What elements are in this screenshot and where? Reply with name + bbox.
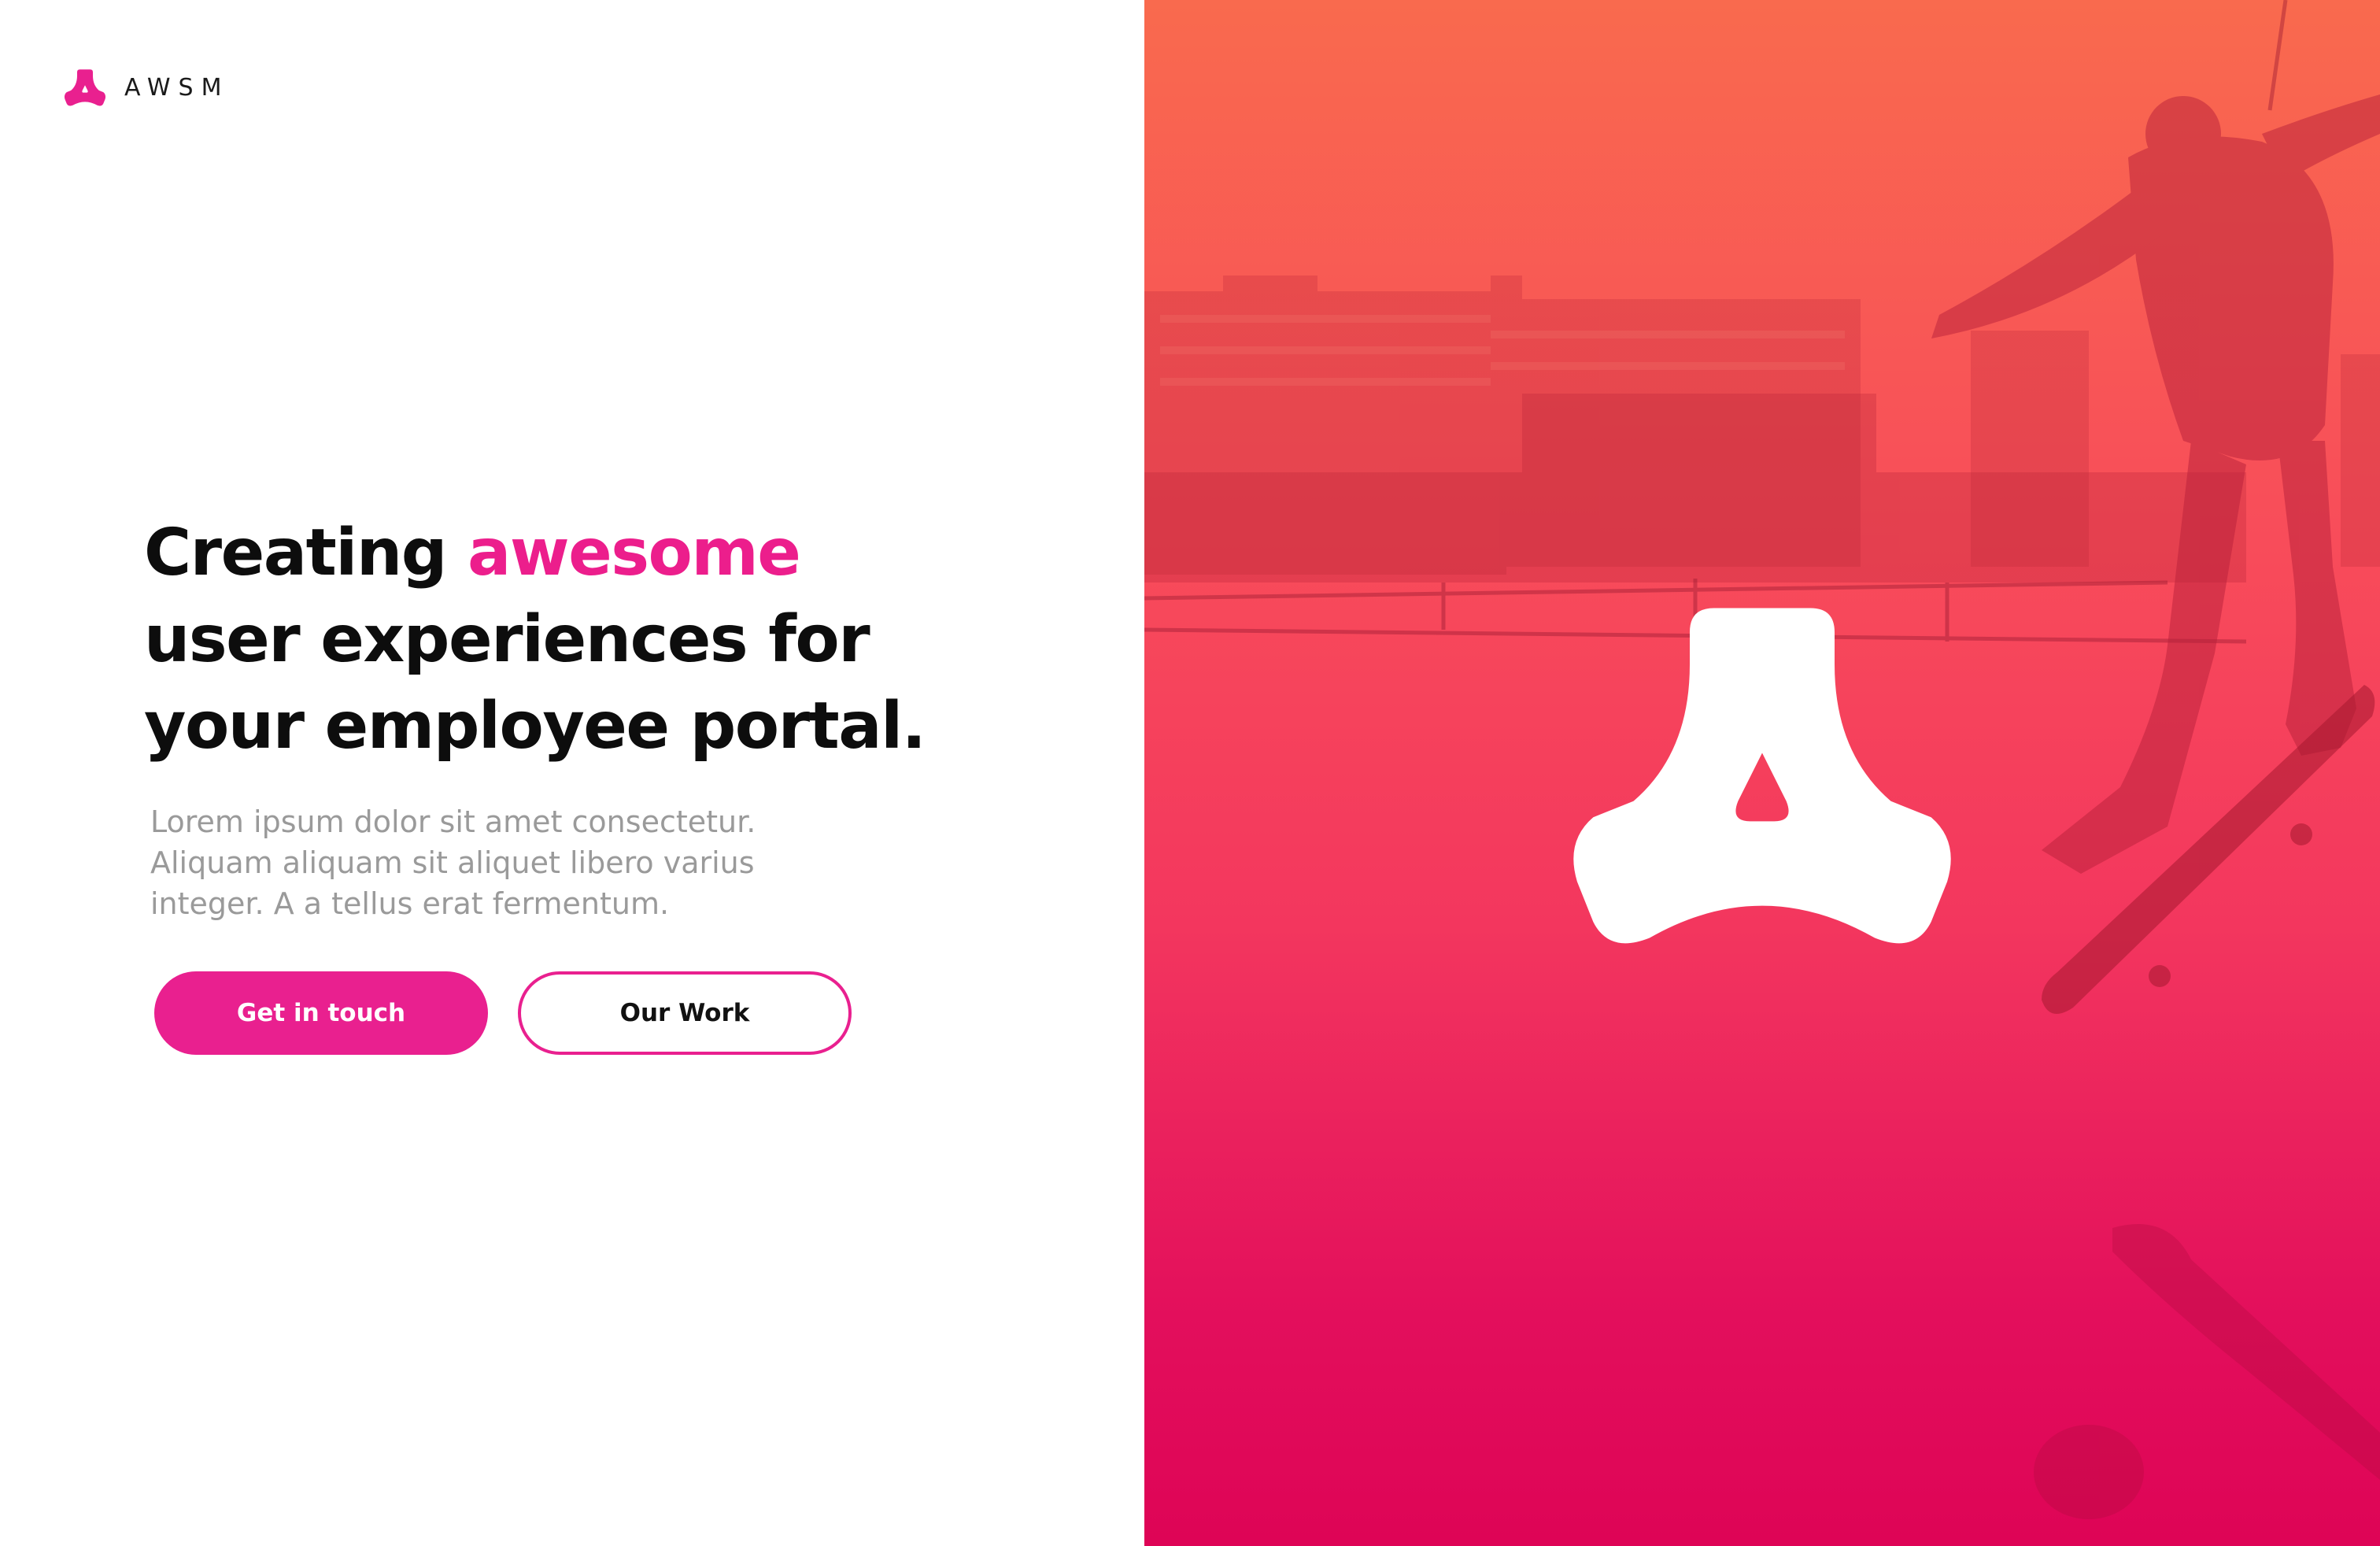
hero-title-prefix: Creating bbox=[144, 516, 447, 590]
brand-header[interactable]: AWSM bbox=[63, 68, 229, 107]
brand-name: AWSM bbox=[124, 73, 230, 102]
hero-title-line-3: your employee portal. bbox=[144, 689, 926, 764]
our-work-button[interactable]: Our Work bbox=[518, 971, 852, 1055]
landing-page: AWSM Creating awesome user experiences f… bbox=[0, 0, 2380, 1546]
hero-image-panel bbox=[1144, 0, 2380, 1546]
hero-left-panel: AWSM Creating awesome user experiences f… bbox=[0, 0, 1144, 1546]
hero-title-accent: awesome bbox=[468, 516, 801, 590]
hero-title-line-1: Creating awesome bbox=[144, 510, 1088, 597]
hero-description: Lorem ipsum dolor sit amet consectetur. … bbox=[150, 804, 756, 921]
awsm-logo-icon bbox=[63, 68, 107, 107]
awsm-logo-large-icon bbox=[1554, 592, 1971, 957]
get-in-touch-button[interactable]: Get in touch bbox=[154, 971, 488, 1055]
hero-title: Creating awesome user experiences for yo… bbox=[144, 510, 1088, 770]
hero-title-line-2: user experiences for bbox=[144, 602, 870, 677]
